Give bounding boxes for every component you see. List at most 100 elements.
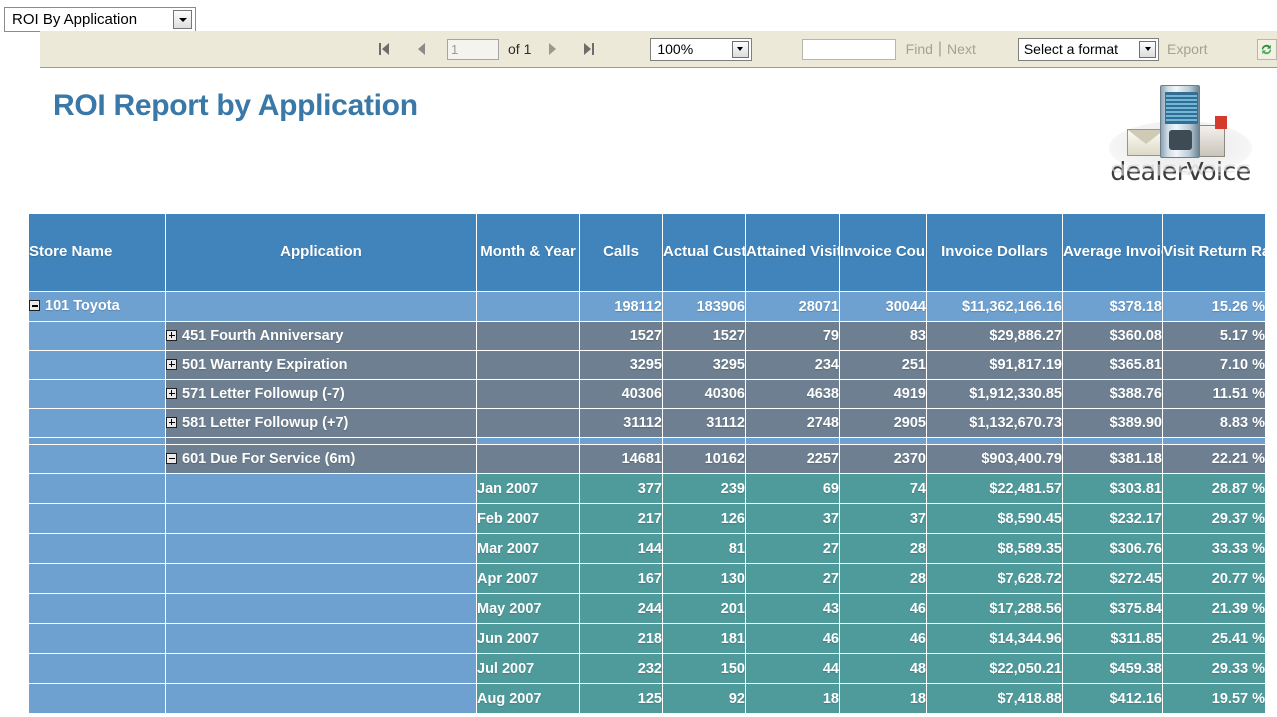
page-title: ROI Report by Application	[53, 89, 418, 122]
first-page-icon[interactable]	[373, 38, 395, 60]
cell-invoice-dollars: $903,400.79	[926, 444, 1063, 474]
cell-average-invoice: $360.08	[1062, 321, 1163, 351]
page-number-input[interactable]	[447, 38, 499, 60]
cell-invoice-count: 83	[839, 321, 927, 351]
cell-calls: 232	[579, 653, 663, 684]
cell-invoice-count: 28	[839, 533, 927, 564]
cell-invoice-count: 28	[839, 563, 927, 594]
cell-month-year: Mar 2007	[476, 533, 580, 564]
cell-attained-visits: 18	[745, 683, 840, 714]
cell-application: 581 Letter Followup (+7)	[165, 408, 477, 438]
export-link[interactable]: Export	[1167, 41, 1207, 57]
spacer-cell	[1062, 437, 1163, 445]
expand-icon[interactable]	[166, 329, 177, 341]
cell-invoice-dollars: $7,628.72	[926, 563, 1063, 594]
cell-visit-return-rate: 5.17 %	[1162, 321, 1266, 351]
chevron-down-icon[interactable]	[173, 10, 192, 29]
cell-month-year	[476, 444, 580, 474]
cell-invoice-count: 48	[839, 653, 927, 684]
cell-attained-visits: 69	[745, 473, 840, 504]
cell-actual-cust: 40306	[662, 379, 746, 409]
expand-icon[interactable]	[166, 416, 177, 428]
cell-attained-visits: 27	[745, 533, 840, 564]
cell-store-name	[28, 321, 166, 351]
cell-application	[165, 563, 477, 594]
report-selector-dropdown[interactable]: ROI By Application	[4, 7, 196, 32]
collapse-icon[interactable]	[29, 300, 40, 312]
column-header-month-year[interactable]: Month & Year	[476, 213, 580, 292]
cell-invoice-count: 2370	[839, 444, 927, 474]
cell-month-year	[476, 291, 580, 322]
cell-calls: 31112	[579, 408, 663, 438]
spacer-cell	[165, 437, 477, 445]
cell-actual-cust: 1527	[662, 321, 746, 351]
cell-average-invoice: $459.38	[1062, 653, 1163, 684]
cell-application	[165, 593, 477, 624]
cell-calls: 218	[579, 623, 663, 654]
table-row: 601 Due For Service (6m) 14681 10162 2257 23…	[28, 444, 1266, 474]
cell-store-name	[28, 408, 166, 438]
find-next-separator: |	[937, 40, 943, 57]
cell-average-invoice: $365.81	[1062, 350, 1163, 380]
chevron-down-icon[interactable]	[1139, 40, 1157, 58]
cell-average-invoice: $303.81	[1062, 473, 1163, 504]
column-header-actual-cust[interactable]: Actual Cust.	[662, 213, 746, 292]
cell-month-year	[476, 350, 580, 380]
table-row: 571 Letter Followup (-7) 40306 40306 4638 49…	[28, 379, 1266, 409]
report-selector-value: ROI By Application	[12, 11, 138, 28]
zoom-level-dropdown[interactable]: 100%	[650, 37, 752, 61]
expand-icon[interactable]	[166, 358, 177, 370]
find-link[interactable]: Find	[906, 41, 933, 57]
cell-actual-cust: 150	[662, 653, 746, 684]
cell-invoice-dollars: $1,912,330.85	[926, 379, 1063, 409]
cell-visit-return-rate: 22.21 %	[1162, 444, 1266, 474]
column-header-average-invoice[interactable]: Average Invoice $$$	[1062, 213, 1163, 292]
export-format-dropdown[interactable]: Select a format	[1017, 37, 1160, 61]
cell-invoice-dollars: $17,288.56	[926, 593, 1063, 624]
cell-actual-cust: 181	[662, 623, 746, 654]
column-header-application[interactable]: Application	[165, 213, 477, 292]
expand-icon[interactable]	[166, 387, 177, 399]
cell-visit-return-rate: 28.87 %	[1162, 473, 1266, 504]
spacer-cell	[839, 437, 927, 445]
cell-calls: 3295	[579, 350, 663, 380]
cell-invoice-count: 74	[839, 473, 927, 504]
cell-application	[165, 291, 477, 322]
column-header-store-name[interactable]: Store Name	[28, 213, 166, 292]
column-header-attained-visits[interactable]: Attained Visits	[745, 213, 840, 292]
cell-average-invoice: $389.90	[1062, 408, 1163, 438]
table-row: Aug 2007 125 92 18 18 $7,418.88 $412.16 19.57 %	[28, 683, 1266, 714]
column-header-invoice-count[interactable]: Invoice Count	[839, 213, 927, 292]
column-header-calls[interactable]: Calls	[579, 213, 663, 292]
cell-visit-return-rate: 33.33 %	[1162, 533, 1266, 564]
spacer-cell	[1162, 437, 1266, 445]
chevron-down-icon[interactable]	[731, 40, 749, 58]
spacer-cell	[476, 437, 580, 445]
table-row: 501 Warranty Expiration 3295 3295 234 251 $91…	[28, 350, 1266, 380]
cell-actual-cust: 126	[662, 503, 746, 534]
previous-page-icon[interactable]	[411, 38, 433, 60]
next-page-icon[interactable]	[541, 38, 563, 60]
collapse-icon[interactable]	[166, 452, 177, 464]
column-header-invoice-dollars[interactable]: Invoice Dollars	[926, 213, 1063, 292]
table-row: 581 Letter Followup (+7) 31112 31112 2748 29…	[28, 408, 1266, 438]
application-label: 581 Letter Followup (+7)	[182, 415, 349, 432]
cell-store-name	[28, 350, 166, 380]
cell-calls: 217	[579, 503, 663, 534]
cell-invoice-dollars: $22,481.57	[926, 473, 1063, 504]
cell-visit-return-rate: 8.83 %	[1162, 408, 1266, 438]
cell-actual-cust: 10162	[662, 444, 746, 474]
cell-application: 451 Fourth Anniversary	[165, 321, 477, 351]
refresh-button[interactable]	[1256, 38, 1277, 60]
cell-attained-visits: 2257	[745, 444, 840, 474]
export-format-value: Select a format	[1023, 41, 1118, 57]
zoom-level-value: 100%	[657, 41, 694, 57]
cell-visit-return-rate: 29.33 %	[1162, 653, 1266, 684]
cell-calls: 144	[579, 533, 663, 564]
last-page-icon[interactable]	[578, 38, 600, 60]
cell-visit-return-rate: 25.41 %	[1162, 623, 1266, 654]
column-header-visit-return-rate[interactable]: Visit Return Rate	[1162, 213, 1266, 292]
find-input[interactable]	[801, 38, 896, 60]
cell-invoice-count: 46	[839, 593, 927, 624]
next-link[interactable]: Next	[947, 41, 976, 57]
